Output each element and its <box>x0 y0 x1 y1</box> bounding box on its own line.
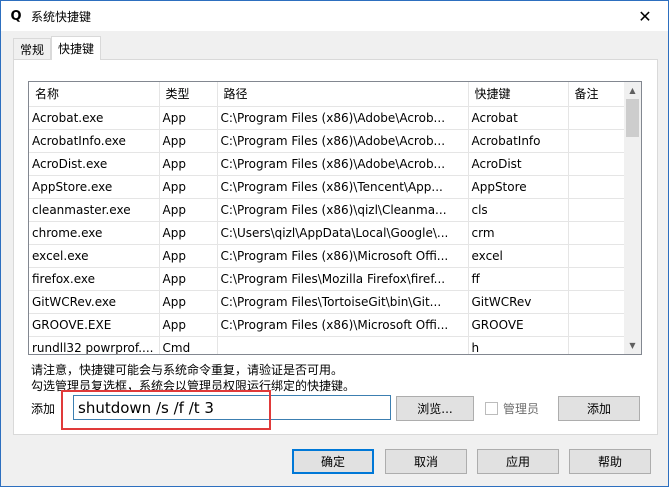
cell-shortcut: Acrobat <box>468 106 569 130</box>
cell-remark <box>568 313 627 337</box>
app-icon: Q <box>10 8 22 24</box>
cell-remark <box>568 290 627 314</box>
note-conflict: 请注意，快捷键可能会与系统命令重复，请验证是否可用。 <box>31 363 344 377</box>
cell-shortcut: GROOVE <box>468 313 569 337</box>
cell-remark <box>568 106 627 130</box>
shortcut-table: 名称 类型 路径 快捷键 备注 Acrobat.exe App C:\Program… <box>29 82 627 354</box>
table-header-row: 名称 类型 路径 快捷键 备注 <box>29 82 627 107</box>
column-header-type[interactable]: 类型 <box>159 82 218 107</box>
cell-type: App <box>159 198 218 222</box>
table-row[interactable]: rundll32 powrprof.... Cmd h <box>29 336 627 354</box>
cell-type: App <box>159 175 218 199</box>
cell-name: GitWCRev.exe <box>29 290 160 314</box>
cell-remark <box>568 198 627 222</box>
cell-path: C:\Program Files (x86)\Microsoft Offi... <box>217 244 469 268</box>
command-input[interactable] <box>73 395 391 420</box>
cell-path: C:\Program Files (x86)\Microsoft Offi... <box>217 313 469 337</box>
table-row[interactable]: excel.exe App C:\Program Files (x86)\Micro… <box>29 244 627 268</box>
ok-button[interactable]: 确定 <box>292 449 374 474</box>
cell-shortcut: AcroDist <box>468 152 569 176</box>
cell-type: App <box>159 290 218 314</box>
admin-checkbox-label: 管理员 <box>503 402 540 416</box>
cell-type: App <box>159 267 218 291</box>
cell-remark <box>568 336 627 354</box>
cell-name: rundll32 powrprof.... <box>29 336 160 354</box>
cell-type: App <box>159 152 218 176</box>
cell-name: chrome.exe <box>29 221 160 245</box>
scroll-down-icon[interactable]: ▼ <box>624 337 641 354</box>
table-row[interactable]: Acrobat.exe App C:\Program Files (x86)\Ado… <box>29 106 627 130</box>
table-row[interactable]: firefox.exe App C:\Program Files\Mozilla F… <box>29 267 627 291</box>
vertical-scrollbar[interactable]: ▲ ▼ <box>624 82 641 354</box>
scroll-up-icon[interactable]: ▲ <box>624 82 641 99</box>
cell-type: App <box>159 244 218 268</box>
cell-name: AcroDist.exe <box>29 152 160 176</box>
close-button[interactable]: ✕ <box>622 1 668 31</box>
cell-name: Acrobat.exe <box>29 106 160 130</box>
table-row[interactable]: AcroDist.exe App C:\Program Files (x86)\Ad… <box>29 152 627 176</box>
cell-name: AcrobatInfo.exe <box>29 129 160 153</box>
cell-type: App <box>159 129 218 153</box>
cell-name: GROOVE.EXE <box>29 313 160 337</box>
column-header-shortcut[interactable]: 快捷键 <box>468 82 569 107</box>
admin-checkbox[interactable]: 管理员 <box>485 400 539 417</box>
cell-name: firefox.exe <box>29 267 160 291</box>
cell-name: excel.exe <box>29 244 160 268</box>
cell-name: cleanmaster.exe <box>29 198 160 222</box>
table-row[interactable]: AppStore.exe App C:\Program Files (x86)\Te… <box>29 175 627 199</box>
note-admin: 勾选管理员复选框，系统会以管理员权限运行绑定的快捷键。 <box>31 379 356 393</box>
cell-shortcut: AcrobatInfo <box>468 129 569 153</box>
cancel-button[interactable]: 取消 <box>385 449 467 474</box>
cell-shortcut: ff <box>468 267 569 291</box>
cell-type: Cmd <box>159 336 218 354</box>
cell-path: C:\Program Files (x86)\Adobe\Acrob... <box>217 129 469 153</box>
cell-path: C:\Program Files (x86)\Adobe\Acrob... <box>217 106 469 130</box>
apply-button[interactable]: 应用 <box>477 449 559 474</box>
browse-button[interactable]: 浏览... <box>396 396 474 421</box>
cell-shortcut: AppStore <box>468 175 569 199</box>
tab-general[interactable]: 常规 <box>13 38 52 60</box>
scroll-thumb[interactable] <box>626 99 639 137</box>
shortcut-dialog: Q 系统快捷键 ✕ 常规 快捷键 名称 类型 路径 快捷键 备注 Acrobat… <box>0 0 669 487</box>
cell-shortcut: crm <box>468 221 569 245</box>
add-label: 添加 <box>31 402 56 416</box>
cell-type: App <box>159 221 218 245</box>
table-row[interactable]: GROOVE.EXE App C:\Program Files (x86)\Micr… <box>29 313 627 337</box>
checkbox-icon[interactable] <box>485 402 498 415</box>
cell-name: AppStore.exe <box>29 175 160 199</box>
title-bar[interactable]: Q 系统快捷键 ✕ <box>1 1 668 31</box>
table-row[interactable]: GitWCRev.exe App C:\Program Files\Tortoise… <box>29 290 627 314</box>
cell-path: C:\Program Files\Mozilla Firefox\firef..… <box>217 267 469 291</box>
table-row[interactable]: chrome.exe App C:\Users\qizl\AppData\Local… <box>29 221 627 245</box>
add-button[interactable]: 添加 <box>558 396 640 421</box>
cell-remark <box>568 267 627 291</box>
cell-remark <box>568 221 627 245</box>
shortcut-list[interactable]: 名称 类型 路径 快捷键 备注 Acrobat.exe App C:\Program… <box>28 81 642 355</box>
tab-strip: 常规 快捷键 <box>13 36 102 60</box>
table-row[interactable]: cleanmaster.exe App C:\Program Files (x86)… <box>29 198 627 222</box>
cell-remark <box>568 175 627 199</box>
cell-type: App <box>159 313 218 337</box>
tab-shortcuts[interactable]: 快捷键 <box>51 36 102 60</box>
cell-shortcut: h <box>468 336 569 354</box>
cell-shortcut: GitWCRev <box>468 290 569 314</box>
column-header-path[interactable]: 路径 <box>217 82 469 107</box>
cell-shortcut: excel <box>468 244 569 268</box>
cell-path: C:\Program Files (x86)\Adobe\Acrob... <box>217 152 469 176</box>
column-header-name[interactable]: 名称 <box>29 82 160 107</box>
cell-path: C:\Program Files\TortoiseGit\bin\Git... <box>217 290 469 314</box>
cell-remark <box>568 244 627 268</box>
window-title: 系统快捷键 <box>31 9 92 24</box>
cell-type: App <box>159 106 218 130</box>
cell-path: C:\Program Files (x86)\qizl\Cleanma... <box>217 198 469 222</box>
table-row[interactable]: AcrobatInfo.exe App C:\Program Files (x86)… <box>29 129 627 153</box>
cell-shortcut: cls <box>468 198 569 222</box>
cell-remark <box>568 152 627 176</box>
cell-remark <box>568 129 627 153</box>
help-button[interactable]: 帮助 <box>569 449 651 474</box>
cell-path: C:\Program Files (x86)\Tencent\App... <box>217 175 469 199</box>
cell-path <box>217 336 469 354</box>
cell-path: C:\Users\qizl\AppData\Local\Google\... <box>217 221 469 245</box>
column-header-remark[interactable]: 备注 <box>568 82 627 107</box>
